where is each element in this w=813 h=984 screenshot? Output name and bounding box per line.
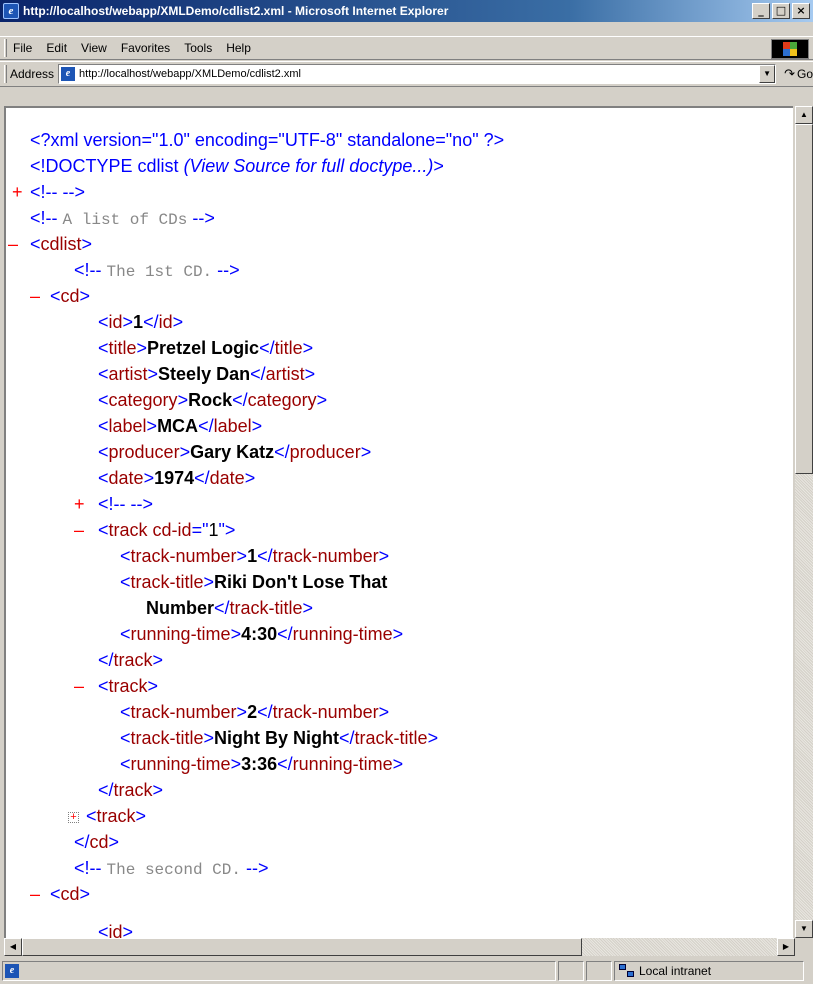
- xml-comment-collapsed: <!-- -->: [30, 182, 86, 202]
- address-bar: Address e http://localhost/webapp/XMLDem…: [0, 61, 813, 87]
- xml-comment-second: <!-- The second CD. -->: [74, 858, 269, 879]
- collapse-marker[interactable]: –: [8, 232, 18, 256]
- xml-track1-number: <track-number>1</track-number>: [120, 546, 390, 566]
- scroll-up-button[interactable]: ▲: [795, 106, 813, 124]
- xml-artist: <artist>Steely Dan</artist>: [98, 364, 316, 384]
- menu-grip[interactable]: [4, 39, 7, 57]
- window-title: http://localhost/webapp/XMLDemo/cdlist2.…: [23, 4, 449, 18]
- address-url[interactable]: http://localhost/webapp/XMLDemo/cdlist2.…: [79, 68, 301, 80]
- xml-track1-title: <track-title>Riki Don't Lose That: [120, 572, 388, 592]
- menu-bar: File Edit View Favorites Tools Help: [0, 36, 813, 60]
- go-label: Go: [796, 67, 813, 81]
- address-grip[interactable]: [4, 65, 7, 83]
- xml-track2-close: </track>: [98, 780, 164, 800]
- xml-cd-open: <cd>: [50, 286, 91, 306]
- xml-id: <id>1</id>: [98, 312, 184, 332]
- xml-comment-collapsed-2: <!-- -->: [98, 494, 154, 514]
- collapse-marker[interactable]: –: [30, 882, 40, 906]
- collapse-marker[interactable]: –: [74, 674, 84, 698]
- xml-category: <category>Rock</category>: [98, 390, 328, 410]
- scrollbar-corner: [795, 938, 813, 956]
- xml-track1-title-cont: Number</track-title>: [146, 598, 314, 618]
- menu-help[interactable]: Help: [226, 41, 251, 55]
- zone-label: Local intranet: [639, 964, 712, 978]
- status-pane-2: [586, 961, 612, 981]
- intranet-icon: [619, 964, 635, 978]
- xml-prolog: <?xml version="1.0" encoding="UTF-8" sta…: [30, 130, 505, 150]
- xml-track2-number: <track-number>2</track-number>: [120, 702, 390, 722]
- title-bar[interactable]: e http://localhost/webapp/XMLDemo/cdlist…: [0, 0, 813, 22]
- scroll-right-button[interactable]: ▶: [777, 938, 795, 956]
- menu-file[interactable]: File: [13, 41, 32, 55]
- collapse-marker[interactable]: –: [74, 518, 84, 542]
- scroll-down-button[interactable]: ▼: [795, 920, 813, 938]
- minimize-button[interactable]: _: [752, 3, 770, 19]
- windows-logo-icon: [771, 39, 809, 59]
- page-icon: e: [61, 67, 76, 81]
- xml-cd-close: </cd>: [74, 832, 120, 852]
- xml-cdlist-open: <cdlist>: [30, 234, 93, 254]
- xml-doctype: <!DOCTYPE cdlist (View Source for full d…: [30, 156, 444, 176]
- xml-track3-collapsed: <track>: [86, 806, 147, 826]
- expand-node-button[interactable]: +: [68, 812, 79, 823]
- go-button[interactable]: ↷ Go: [784, 66, 813, 82]
- horizontal-scrollbar[interactable]: ◀ ▶: [4, 938, 795, 956]
- address-dropdown-button[interactable]: ▼: [759, 65, 776, 83]
- menu-edit[interactable]: Edit: [46, 41, 67, 55]
- xml-track2-running-time: <running-time>3:36</running-time>: [120, 754, 404, 774]
- menu-view[interactable]: View: [81, 41, 107, 55]
- vertical-scroll-thumb[interactable]: [795, 124, 813, 474]
- horizontal-scroll-thumb[interactable]: [22, 938, 582, 956]
- xml-comment-first: <!-- The 1st CD. -->: [74, 260, 240, 281]
- go-arrow-icon: ↷: [784, 66, 795, 81]
- xml-track1-close: </track>: [98, 650, 164, 670]
- status-bar: e Local intranet: [0, 958, 813, 984]
- status-pane-1: [558, 961, 584, 981]
- maximize-button[interactable]: □: [772, 3, 790, 19]
- xml-date: <date>1974</date>: [98, 468, 256, 488]
- address-label: Address: [10, 67, 55, 81]
- xml-track1-running-time: <running-time>4:30</running-time>: [120, 624, 404, 644]
- browser-window: e http://localhost/webapp/XMLDemo/cdlist…: [0, 0, 813, 984]
- status-text-pane: e: [2, 961, 556, 981]
- xml-cd2-open: <cd>: [50, 884, 91, 904]
- close-button[interactable]: ×: [792, 3, 810, 19]
- address-input[interactable]: e http://localhost/webapp/XMLDemo/cdlist…: [58, 64, 777, 84]
- security-zone-pane: Local intranet: [614, 961, 804, 981]
- expand-marker[interactable]: +: [12, 180, 23, 204]
- xml-track1-open: <track cd-id="1">: [98, 520, 236, 540]
- menu-tools[interactable]: Tools: [184, 41, 212, 55]
- page-status-icon: e: [5, 964, 19, 978]
- ie-icon: e: [3, 3, 19, 19]
- xml-producer: <producer>Gary Katz</producer>: [98, 442, 372, 462]
- xml-track2-open: <track>: [98, 676, 159, 696]
- xml-id-partial: <id>: [98, 922, 134, 938]
- menu-favorites[interactable]: Favorites: [121, 41, 170, 55]
- xml-title: <title>Pretzel Logic</title>: [98, 338, 314, 358]
- collapse-marker[interactable]: –: [30, 284, 40, 308]
- scroll-left-button[interactable]: ◀: [4, 938, 22, 956]
- xml-label: <label>MCA</label>: [98, 416, 263, 436]
- xml-track2-title: <track-title>Night By Night</track-title…: [120, 728, 439, 748]
- expand-marker[interactable]: +: [74, 492, 85, 516]
- xml-comment-list: <!-- A list of CDs -->: [30, 208, 215, 229]
- vertical-scrollbar[interactable]: ▲ ▼: [795, 106, 813, 938]
- xml-content-area[interactable]: <?xml version="1.0" encoding="UTF-8" sta…: [4, 106, 793, 938]
